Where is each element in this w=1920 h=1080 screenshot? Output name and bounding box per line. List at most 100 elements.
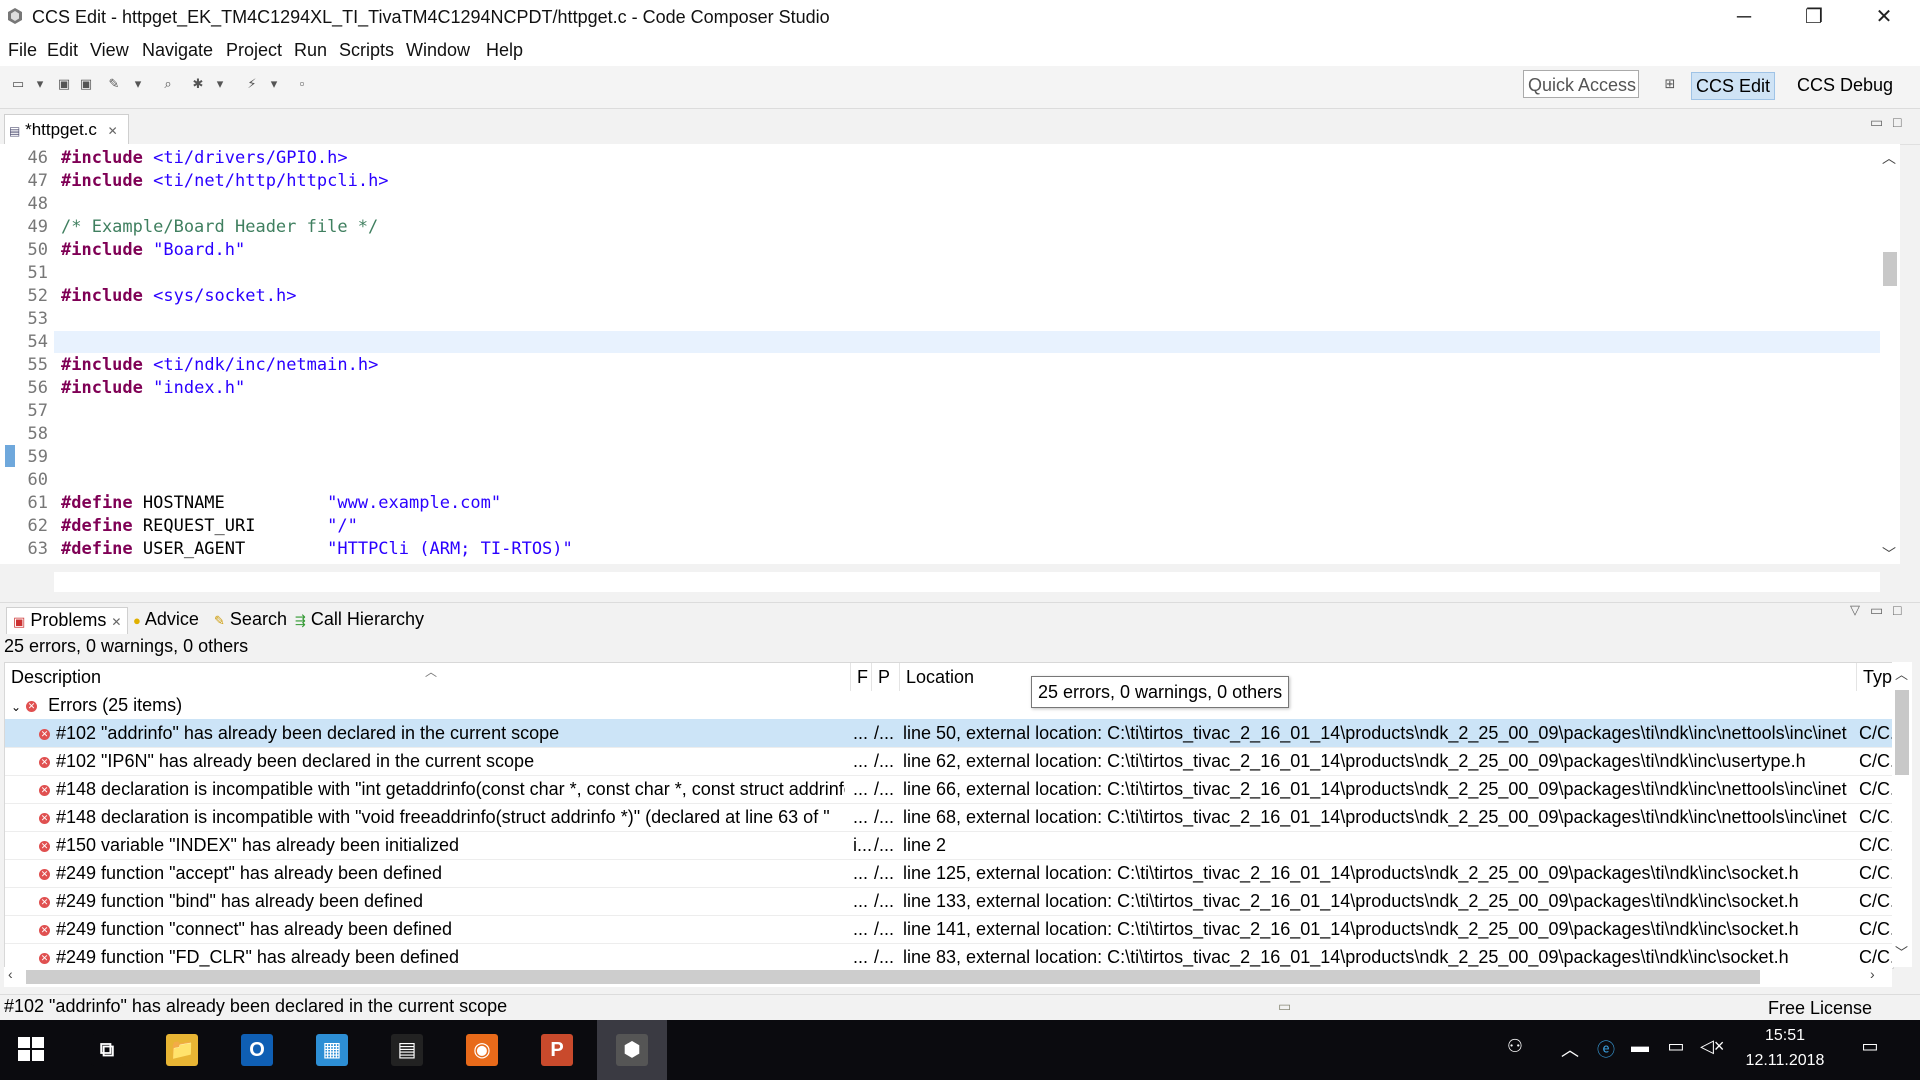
code-line[interactable]: #include "Board.h" [61,240,245,260]
new-icon[interactable]: ▭ [10,76,26,92]
flash-icon[interactable]: ⚡ [244,76,260,92]
problem-p: /... [874,859,898,887]
scroll-down-icon[interactable]: ﹀ [1882,544,1896,564]
clock-time[interactable]: 15:51 [1745,1027,1825,1045]
minimize-view-icon[interactable]: ▭ [1870,602,1883,619]
stop-icon[interactable]: ▫ [294,76,310,92]
column-f[interactable]: F [851,663,872,691]
dropdown-icon[interactable]: ▾ [212,76,228,92]
problem-row[interactable]: ✕ #148 declaration is incompatible with "… [5,803,1893,832]
quick-access-input[interactable]: Quick Access [1523,70,1639,98]
maximize-view-icon[interactable]: □ [1893,602,1901,618]
editor-scroll-thumb[interactable] [1883,252,1897,286]
column-type[interactable]: Type [1857,663,1893,691]
menu-run[interactable]: Run [294,40,327,61]
tab-search[interactable]: ✎ Search [214,607,287,633]
search-icon[interactable]: ⌕ [160,76,176,92]
problem-row[interactable]: ✕ #249 function "FD_CLR" has already been… [5,943,1893,968]
view-menu-icon[interactable]: ▽ [1850,602,1860,618]
taskbar-app-control-panel[interactable]: ▦ [297,1020,367,1080]
maximize-view-icon[interactable]: □ [1893,114,1901,130]
code-line[interactable]: #define USER_AGENT "HTTPCli (ARM; TI-RTO… [61,539,573,559]
tab-call-hierarchy[interactable]: ⇶ Call Hierarchy [295,607,424,633]
editor-vertical-scrollbar[interactable] [1880,144,1900,564]
taskbar-app-file-explorer[interactable]: 📁 [147,1020,217,1080]
scroll-left-icon[interactable]: ‹ [8,966,13,982]
code-line[interactable]: #define REQUEST_URI "/" [61,516,358,536]
dropdown-icon[interactable]: ▾ [130,76,146,92]
code-line[interactable]: #include <sys/socket.h> [61,286,296,306]
problems-table[interactable]: Description ︿ F P Location Type ⌄ ✕ Erro… [4,662,1894,969]
battery-icon[interactable]: ▬ [1628,1036,1652,1057]
edge-icon[interactable]: ⓔ [1594,1036,1618,1062]
taskbar-app-outlook[interactable]: O [222,1020,292,1080]
errors-group-row[interactable]: ⌄ ✕ Errors (25 items) [5,691,1893,720]
perspective-ccs-debug[interactable]: CCS Debug [1793,72,1897,98]
volume-muted-icon[interactable]: ◁× [1700,1036,1724,1057]
problem-row[interactable]: ✕ #148 declaration is incompatible with "… [5,775,1893,804]
taskbar-app-task-view[interactable]: ⧉ [72,1020,142,1080]
problem-location: line 68, external location: C:\ti\tirtos… [903,803,1855,831]
problem-f-text: ... [853,723,869,743]
code-line[interactable]: #define HOSTNAME "www.example.com" [61,493,501,513]
problem-description-text: #148 declaration is incompatible with "v… [56,807,830,827]
minimize-view-icon[interactable]: ▭ [1870,114,1883,131]
editor-tab-httpget[interactable]: ▤ *httpget.c ✕ [4,114,129,145]
clock-date[interactable]: 12.11.2018 [1741,1052,1829,1070]
dropdown-icon[interactable]: ▾ [32,76,48,92]
taskbar-app-code-composer[interactable]: ⬢ [597,1020,667,1080]
problem-row[interactable]: ✕ #249 function "connect" has already bee… [5,915,1893,944]
code-line[interactable]: #include <ti/ndk/inc/netmain.h> [61,355,378,375]
code-line[interactable]: #include <ti/net/http/httpcli.h> [61,171,389,191]
taskbar-app-firefox[interactable]: ◉ [447,1020,517,1080]
menu-navigate[interactable]: Navigate [142,40,213,61]
problem-row[interactable]: ✕ #249 function "accept" has already been… [5,859,1893,888]
maximize-button[interactable]: ❐ [1786,0,1842,36]
windows-start-icon[interactable] [16,1034,46,1064]
tab-advice[interactable]: ● Advice [133,607,199,633]
collapse-chevron-icon[interactable]: ⌄ [11,700,21,714]
problem-row[interactable]: ✕ #249 function "bind" has already been d… [5,887,1893,916]
scroll-down-icon[interactable]: ﹀ [1895,942,1908,961]
build-icon[interactable]: ✎ [106,76,122,92]
problems-hscroll-thumb[interactable] [26,970,1760,984]
problem-row[interactable]: ✕ #102 "IP6N" has already been declared i… [5,747,1893,776]
editor-horizontal-scrollbar[interactable] [54,572,1880,592]
close-button[interactable]: ✕ [1856,0,1912,36]
scroll-up-icon[interactable]: ︿ [1895,664,1908,683]
network-icon[interactable]: ▭ [1664,1036,1688,1057]
line-number: 54 [27,332,48,352]
code-line[interactable]: #include "index.h" [61,378,245,398]
taskbar-app-powerpoint[interactable]: P [522,1020,592,1080]
save-icon[interactable]: ▣ [56,76,72,92]
menu-help[interactable]: Help [486,40,523,61]
scroll-up-icon[interactable]: ︿ [1882,148,1896,168]
taskbar-app-calculator[interactable]: ▤ [372,1020,442,1080]
notifications-icon[interactable]: ▭ [1858,1036,1882,1057]
menu-window[interactable]: Window [406,40,470,61]
problems-scroll-thumb[interactable] [1895,690,1909,775]
code-line[interactable]: #include <ti/drivers/GPIO.h> [61,148,348,168]
tab-problems[interactable]: ▣ Problems ✕ [6,607,129,634]
close-tab-icon[interactable]: ✕ [108,124,118,138]
status-icon[interactable]: ▭ [1278,998,1291,1015]
menu-view[interactable]: View [90,40,129,61]
problem-row[interactable]: ✕ #102 "addrinfo" has already been declar… [5,719,1893,748]
problem-row[interactable]: ✕ #150 variable "INDEX" has already been … [5,831,1893,860]
menu-edit[interactable]: Edit [47,40,78,61]
open-perspective-icon[interactable]: ⊞ [1662,76,1678,92]
close-tab-icon[interactable]: ✕ [111,615,121,629]
menu-scripts[interactable]: Scripts [339,40,394,61]
column-p[interactable]: P [872,663,900,691]
save-all-icon[interactable]: ▣ [78,76,94,92]
minimize-button[interactable]: ─ [1716,0,1772,36]
scroll-right-icon[interactable]: › [1870,966,1875,982]
dropdown-icon[interactable]: ▾ [266,76,282,92]
menu-file[interactable]: File [8,40,37,61]
show-hidden-icons-icon[interactable]: ︿ [1558,1036,1582,1062]
menu-project[interactable]: Project [226,40,282,61]
people-icon[interactable]: ⚇ [1503,1036,1527,1057]
debug-icon[interactable]: ✱ [190,76,206,92]
code-line[interactable]: /* Example/Board Header file */ [61,217,378,237]
perspective-ccs-edit[interactable]: CCS Edit [1691,72,1776,100]
